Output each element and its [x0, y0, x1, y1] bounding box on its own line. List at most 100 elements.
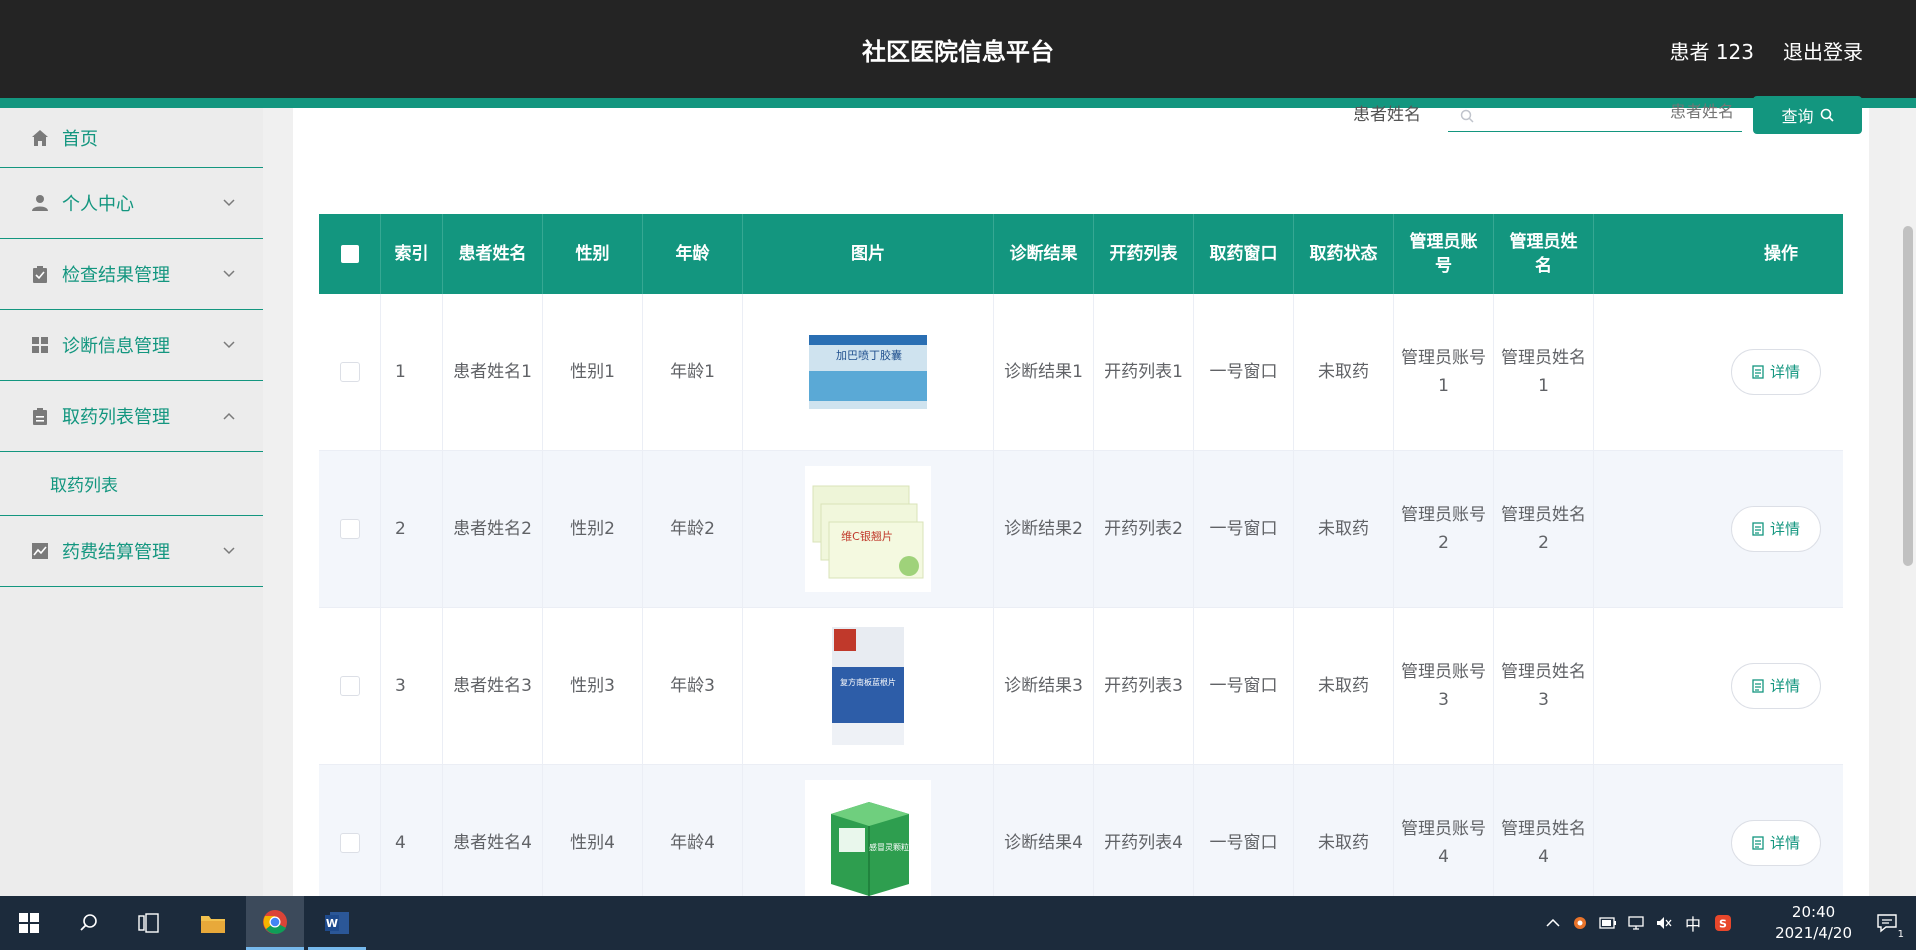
search-input[interactable]: [1484, 96, 1734, 126]
svg-text:W: W: [326, 917, 338, 930]
column-header: 患者姓名: [443, 214, 543, 294]
cell-age: 年龄2: [643, 451, 743, 607]
row-checkbox[interactable]: [339, 519, 360, 539]
table-row: 1 患者姓名1 性别1 年龄1 加巴喷丁胶囊 诊断结果1 开药列表1 一号窗口 …: [319, 294, 1843, 451]
sidebar-item-label: 诊断信息管理: [62, 336, 170, 357]
cell-index: 3: [381, 608, 443, 764]
cell-diagnosis: 诊断结果2: [994, 451, 1094, 607]
chevron-up-icon[interactable]: [1540, 919, 1566, 927]
cell-prescription: 开药列表1: [1094, 294, 1194, 450]
medicine-image-label: 加巴喷丁胶囊: [836, 348, 902, 362]
cell-action: 详情: [1594, 608, 1843, 764]
document-icon: [1752, 836, 1764, 850]
select-all-checkbox[interactable]: [340, 245, 359, 263]
svg-text:S: S: [1719, 918, 1727, 931]
cell-prescription: 开药列表3: [1094, 608, 1194, 764]
detail-button-label: 详情: [1769, 834, 1800, 852]
ime-indicator[interactable]: 中: [1678, 911, 1708, 935]
cell-diagnosis: 诊断结果3: [994, 608, 1094, 764]
detail-button-label: 详情: [1769, 520, 1800, 538]
file-explorer-icon[interactable]: [184, 896, 242, 950]
chrome-icon[interactable]: [246, 896, 304, 950]
table-row: 3 患者姓名3 性别3 年龄3 复方南板蓝根片 诊断结果3 开药列表3 一号窗口…: [319, 608, 1843, 765]
cell-gender: 性别1: [543, 294, 643, 450]
cell-action: 详情: [1594, 294, 1843, 450]
system-clock[interactable]: 20:40 2021/4/20: [1775, 902, 1852, 944]
sogou-input-icon[interactable]: S: [1708, 914, 1738, 932]
top-header: 社区医院信息平台 患者 123 退出登录: [0, 0, 1916, 98]
cell-prescription: 开药列表2: [1094, 451, 1194, 607]
sidebar-subitem-medicine-list[interactable]: 取药列表: [0, 452, 263, 516]
document-icon: [1752, 679, 1764, 693]
network-icon[interactable]: [1622, 915, 1650, 931]
cell-admin-name: 管理员姓名1: [1494, 294, 1594, 450]
cell-patient-name: 患者姓名3: [443, 608, 543, 764]
search-icon[interactable]: [60, 896, 118, 950]
cell-window: 一号窗口: [1194, 294, 1294, 450]
column-header: 操作: [1764, 244, 1798, 264]
row-checkbox[interactable]: [339, 676, 360, 696]
detail-button[interactable]: 详情: [1731, 820, 1821, 866]
medicine-image: 维C银翘片: [805, 466, 931, 592]
logout-link[interactable]: 退出登录: [1783, 36, 1863, 65]
notification-icon[interactable]: 1: [1858, 896, 1916, 950]
chevron-down-icon: [223, 545, 235, 557]
cell-patient-name: 患者姓名2: [443, 451, 543, 607]
clock-date: 2021/4/20: [1775, 924, 1852, 942]
medicine-image: 加巴喷丁胶囊: [805, 309, 931, 435]
clock-time: 20:40: [1791, 903, 1836, 921]
sidebar-item-exam-results[interactable]: 检查结果管理: [0, 239, 263, 310]
cell-age: 年龄3: [643, 608, 743, 764]
row-select-cell: [319, 608, 381, 764]
current-user: 患者 123: [1669, 40, 1754, 64]
detail-button[interactable]: 详情: [1731, 349, 1821, 395]
detail-button[interactable]: 详情: [1731, 663, 1821, 709]
chevron-up-icon: [223, 410, 235, 422]
word-icon[interactable]: W: [308, 896, 366, 950]
detail-button[interactable]: 详情: [1731, 506, 1821, 552]
sidebar-item-medicine-list[interactable]: 取药列表管理: [0, 381, 263, 452]
search-button[interactable]: 查询: [1753, 96, 1862, 134]
cell-action: 详情: [1594, 451, 1843, 607]
sidebar-item-label: 药费结算管理: [62, 542, 170, 563]
column-header: 诊断结果: [994, 214, 1094, 294]
cell-age: 年龄1: [643, 294, 743, 450]
sidebar-item-label: 首页: [62, 128, 98, 150]
battery-icon[interactable]: [1594, 917, 1622, 929]
medicine-table: 索引 患者姓名 性别 年龄 图片 诊断结果 开药列表 取药窗口 取药状态 管理员…: [319, 214, 1843, 922]
search-field[interactable]: [1448, 96, 1742, 132]
content-card: 患者姓名 查询 索引 患者姓名 性别 年龄 图片 诊断结果 开药列表: [293, 96, 1869, 922]
search-icon: [1460, 108, 1474, 127]
column-header: 性别: [543, 214, 643, 294]
page-scrollbar[interactable]: [1900, 108, 1916, 896]
cell-index: 2: [381, 451, 443, 607]
scrollbar-thumb[interactable]: [1903, 226, 1913, 566]
chevron-down-icon: [223, 268, 235, 280]
cell-status: 未取药: [1294, 451, 1394, 607]
document-icon: [1752, 365, 1764, 379]
sidebar-item-diagnosis[interactable]: 诊断信息管理: [0, 310, 263, 381]
document-icon: [1752, 522, 1764, 536]
sidebar-item-home[interactable]: 首页: [0, 108, 263, 168]
clipboard-icon: [30, 406, 50, 426]
row-select-cell: [319, 294, 381, 450]
row-checkbox[interactable]: [339, 833, 360, 853]
volume-muted-icon[interactable]: [1650, 915, 1678, 931]
cell-admin-name: 管理员姓名3: [1494, 608, 1594, 764]
sidebar-item-personal-center[interactable]: 个人中心: [0, 168, 263, 239]
cell-patient-name: 患者姓名1: [443, 294, 543, 450]
cell-admin-name: 管理员姓名2: [1494, 451, 1594, 607]
sidebar-item-billing[interactable]: 药费结算管理: [0, 516, 263, 587]
cell-window: 一号窗口: [1194, 451, 1294, 607]
main-content: 患者姓名 查询 索引 患者姓名 性别 年龄 图片 诊断结果 开药列表: [263, 96, 1900, 922]
chevron-down-icon: [223, 339, 235, 351]
column-header: 开药列表: [1094, 214, 1194, 294]
task-view-icon[interactable]: [120, 896, 178, 950]
cell-window: 一号窗口: [1194, 608, 1294, 764]
sidebar-item-label: 个人中心: [62, 194, 134, 215]
detail-button-label: 详情: [1769, 363, 1800, 381]
app-tray-icon[interactable]: [1566, 915, 1594, 931]
windows-start-icon[interactable]: [0, 896, 58, 950]
row-checkbox[interactable]: [339, 362, 360, 382]
medicine-image: 感冒灵颗粒: [805, 780, 931, 906]
